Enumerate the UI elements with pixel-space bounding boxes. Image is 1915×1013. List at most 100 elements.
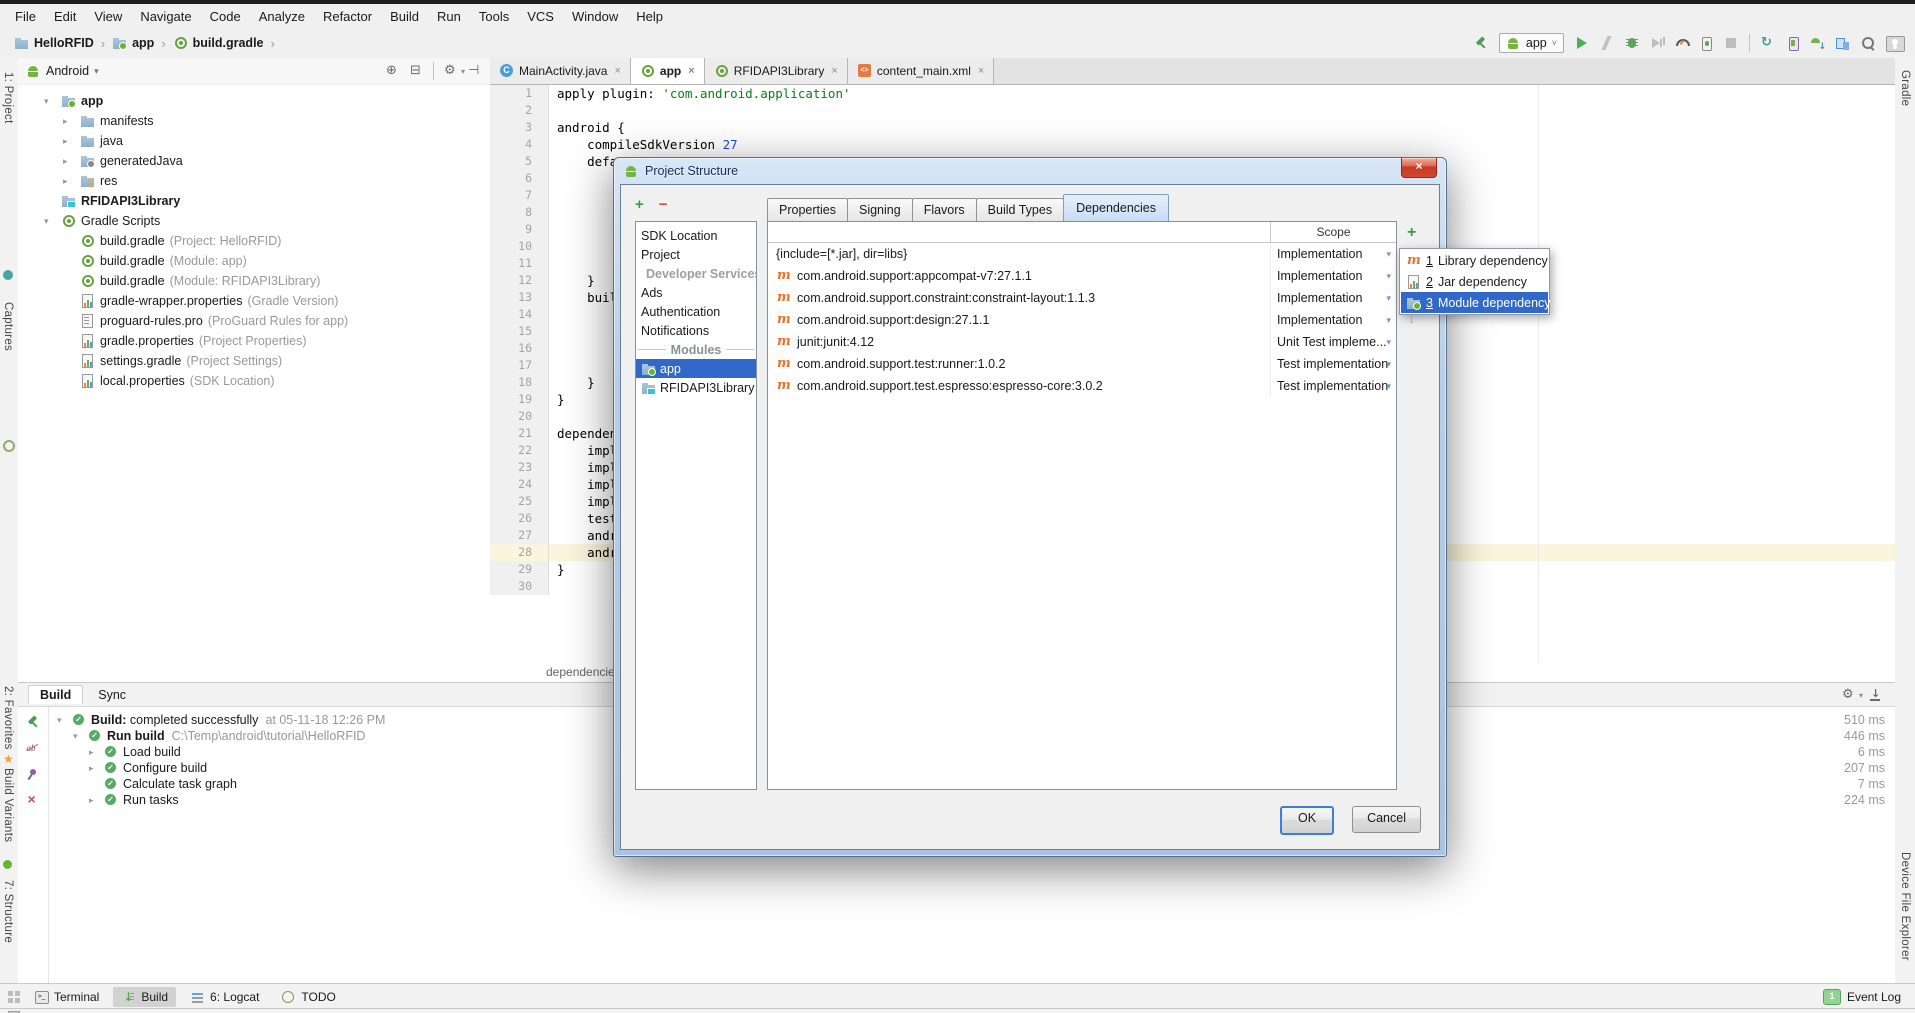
- tool-window-button[interactable]: 6: Logcat: [182, 987, 267, 1007]
- dialog-tab[interactable]: Flavors: [912, 198, 977, 221]
- expand-chevron-icon[interactable]: ▸: [63, 156, 80, 167]
- scope-dropdown[interactable]: Test implementation: [1270, 375, 1395, 397]
- menu-item[interactable]: Navigate: [131, 6, 200, 27]
- tree-item[interactable]: ▾ Gradle Scripts: [18, 211, 490, 231]
- tree-item[interactable]: ▸ generatedJava: [18, 151, 490, 171]
- sidebar-list-item[interactable]: Notifications: [636, 321, 756, 340]
- tree-item[interactable]: local.properties (SDK Location): [18, 371, 490, 391]
- resource-manager-icon[interactable]: [3, 270, 13, 280]
- code-line[interactable]: 4 compileSdkVersion 27: [490, 136, 1895, 153]
- tree-item[interactable]: settings.gradle (Project Settings): [18, 351, 490, 371]
- tab-sync[interactable]: Sync: [87, 686, 137, 704]
- tool-strip-captures[interactable]: Captures: [2, 302, 14, 351]
- expand-chevron-icon[interactable]: ▸: [89, 747, 104, 758]
- tool-strip-device-file-explorer[interactable]: Device File Explorer: [1899, 852, 1911, 961]
- search-everywhere-icon[interactable]: [1860, 36, 1875, 50]
- cancel-button[interactable]: Cancel: [1352, 806, 1421, 833]
- close-icon[interactable]: [831, 65, 837, 77]
- breadcrumb-item[interactable]: build.gradle: [173, 36, 264, 50]
- filter-icon[interactable]: [26, 741, 41, 755]
- editor-tab[interactable]: app: [631, 58, 705, 84]
- scope-dropdown[interactable]: Implementation: [1270, 287, 1395, 309]
- ok-button[interactable]: OK: [1280, 806, 1334, 835]
- tree-item[interactable]: RFIDAPI3Library: [18, 191, 490, 211]
- tool-strip-favorites[interactable]: 2: Favorites: [2, 686, 14, 750]
- menu-item[interactable]: Analyze: [250, 6, 314, 27]
- editor-tab[interactable]: content_main.xml: [848, 58, 994, 84]
- menu-item[interactable]: Window: [563, 6, 627, 27]
- editor-tab[interactable]: RFIDAPI3Library: [705, 58, 848, 84]
- menu-item[interactable]: File: [6, 6, 45, 27]
- menu-item[interactable]: Run: [428, 6, 470, 27]
- add-dependency-icon[interactable]: +: [1407, 225, 1416, 241]
- scope-dropdown[interactable]: Implementation: [1270, 309, 1395, 331]
- gear-icon[interactable]: [1841, 688, 1856, 702]
- dialog-tab[interactable]: Dependencies: [1063, 194, 1169, 221]
- dependency-row[interactable]: com.android.support.test.espresso:espres…: [768, 375, 1396, 397]
- sidebar-list-item[interactable]: app: [636, 359, 756, 378]
- event-log-button[interactable]: 1 Event Log: [1823, 989, 1915, 1005]
- expand-chevron-icon[interactable]: ▸: [89, 795, 104, 806]
- menu-item[interactable]: VCS: [518, 6, 563, 27]
- popup-menu-item[interactable]: 1 Library dependency: [1401, 250, 1548, 271]
- captures-ring-icon[interactable]: [3, 440, 15, 452]
- profile-icon[interactable]: [1649, 36, 1664, 50]
- dependency-row[interactable]: com.android.support:appcompat-v7:27.1.1 …: [768, 265, 1396, 287]
- tree-item[interactable]: proguard-rules.pro (ProGuard Rules for a…: [18, 311, 490, 331]
- avd-manager-icon[interactable]: [1785, 36, 1800, 50]
- menu-item[interactable]: Code: [201, 6, 250, 27]
- build-variants-dot-icon[interactable]: [3, 860, 12, 869]
- dependency-row[interactable]: junit:junit:4.12 Unit Test impleme...: [768, 331, 1396, 353]
- run-configuration-select[interactable]: app ˅: [1499, 33, 1564, 53]
- dialog-title-bar[interactable]: Project Structure: [614, 158, 1446, 184]
- tree-item[interactable]: ▸ res: [18, 171, 490, 191]
- attach-debugger-icon[interactable]: [1699, 36, 1714, 50]
- tool-strip-gradle[interactable]: Gradle: [1899, 70, 1911, 106]
- close-icon[interactable]: [688, 65, 694, 77]
- popup-menu-item[interactable]: 3 Module dependency: [1401, 292, 1548, 313]
- apply-changes-icon[interactable]: [1599, 36, 1614, 50]
- pin-icon[interactable]: [26, 767, 41, 781]
- scroll-to-end-icon[interactable]: [1868, 688, 1883, 702]
- remove-module-icon[interactable]: −: [659, 197, 668, 212]
- dialog-close-button[interactable]: [1401, 158, 1437, 178]
- popup-menu-item[interactable]: 2 Jar dependency: [1401, 271, 1548, 292]
- gradle-sync-icon[interactable]: [1760, 36, 1775, 50]
- breadcrumb-item[interactable]: HelloRFID: [14, 36, 94, 50]
- menu-item[interactable]: Help: [627, 6, 672, 27]
- tool-window-switcher-icon[interactable]: [8, 991, 20, 1003]
- sidebar-list-item[interactable]: Authentication: [636, 302, 756, 321]
- device-file-explorer-icon[interactable]: [1835, 36, 1850, 50]
- sidebar-list-item[interactable]: Modules: [636, 340, 756, 359]
- close-icon[interactable]: [978, 65, 984, 77]
- scope-dropdown[interactable]: Unit Test impleme...: [1270, 331, 1395, 353]
- rerun-build-icon[interactable]: [26, 715, 41, 729]
- tree-item[interactable]: build.gradle (Module: app): [18, 251, 490, 271]
- profile-avatar-icon[interactable]: [1885, 36, 1905, 50]
- code-line[interactable]: 3 android {: [490, 119, 1895, 136]
- scope-dropdown[interactable]: Implementation: [1270, 243, 1395, 265]
- tree-item[interactable]: ▸ java: [18, 131, 490, 151]
- menu-item[interactable]: Tools: [470, 6, 518, 27]
- close-icon[interactable]: [614, 65, 620, 77]
- scope-dropdown[interactable]: Implementation: [1270, 265, 1395, 287]
- dialog-tab[interactable]: Signing: [847, 198, 913, 221]
- tree-item[interactable]: gradle-wrapper.properties (Gradle Versio…: [18, 291, 490, 311]
- tree-item[interactable]: ▾ app: [18, 91, 490, 111]
- tool-window-button[interactable]: Build: [113, 987, 176, 1007]
- tree-item[interactable]: build.gradle (Module: RFIDAPI3Library): [18, 271, 490, 291]
- tool-window-button[interactable]: Terminal: [26, 987, 107, 1007]
- close-icon[interactable]: [26, 793, 41, 807]
- menu-item[interactable]: View: [85, 6, 131, 27]
- tab-build[interactable]: Build: [28, 685, 83, 704]
- code-line[interactable]: 1 apply plugin: 'com.android.application…: [490, 85, 1895, 102]
- sidebar-list-item[interactable]: Project: [636, 245, 756, 264]
- expand-chevron-icon[interactable]: ▸: [63, 176, 80, 187]
- debug-icon[interactable]: [1624, 36, 1639, 50]
- tool-window-button[interactable]: TODO: [273, 987, 343, 1007]
- sidebar-list-item[interactable]: SDK Location: [636, 226, 756, 245]
- dialog-tab[interactable]: Properties: [767, 198, 848, 221]
- dependency-row[interactable]: com.android.support.test:runner:1.0.2 Te…: [768, 353, 1396, 375]
- dependency-row[interactable]: com.android.support.constraint:constrain…: [768, 287, 1396, 309]
- scope-dropdown[interactable]: Test implementation: [1270, 353, 1395, 375]
